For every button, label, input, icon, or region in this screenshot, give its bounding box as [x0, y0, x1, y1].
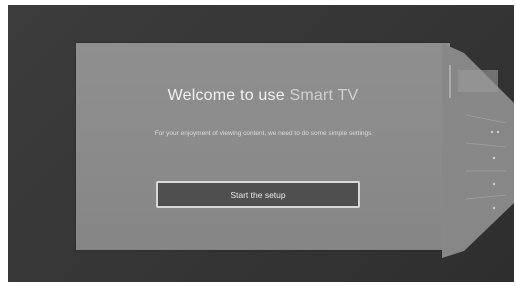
welcome-panel: Welcome to use Smart TV For your enjoyme… [76, 43, 450, 250]
welcome-title-prefix: Welcome to use [167, 87, 285, 104]
side-item-highlight [458, 70, 498, 92]
side-item-3-icon [492, 182, 496, 186]
welcome-title-brand: Smart TV [289, 87, 359, 104]
side-item-4-icon [492, 206, 496, 210]
start-setup-button[interactable]: Start the setup [156, 181, 360, 208]
side-item-1b-icon [496, 130, 500, 134]
side-menu-panel [442, 43, 514, 258]
side-item-1-icon [490, 130, 494, 134]
start-setup-label: Start the setup [230, 189, 286, 200]
tv-screen: Welcome to use Smart TV For your enjoyme… [8, 5, 514, 282]
welcome-title: Welcome to use Smart TV [76, 87, 450, 105]
welcome-subtitle: For your enjoyment of viewing content, w… [154, 130, 372, 137]
side-item-2-icon [492, 156, 496, 160]
